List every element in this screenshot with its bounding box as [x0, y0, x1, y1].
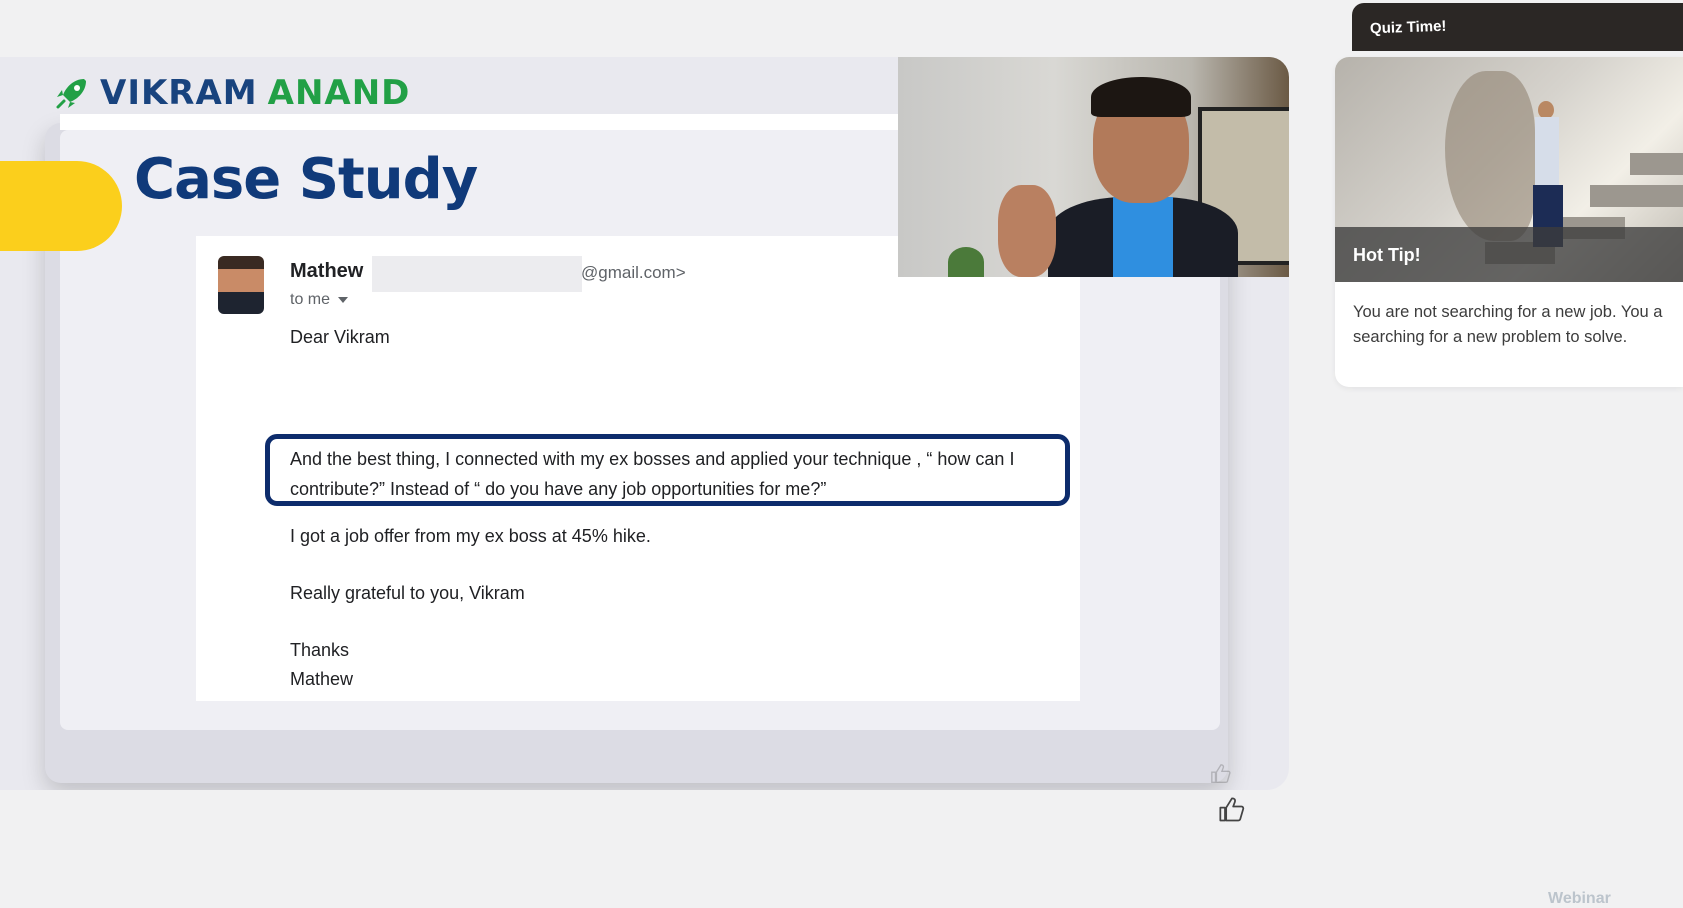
hot-tip-title: Hot Tip!: [1353, 245, 1421, 265]
email-line-offer: I got a job offer from my ex boss at 45%…: [290, 526, 651, 546]
presenter-hair: [1091, 77, 1191, 117]
rocket-icon: [56, 79, 86, 109]
thumbs-up-icon[interactable]: [1218, 796, 1246, 824]
highlight-box: And the best thing, I connected with my …: [265, 434, 1070, 506]
brand-first-name: VIKRAM: [100, 73, 258, 113]
hot-tip-text: You are not searching for a new job. You…: [1353, 303, 1663, 346]
email-signature: Mathew: [290, 669, 354, 689]
caret-down-icon: [338, 297, 349, 303]
recipient-label: to me: [290, 291, 331, 308]
recipient-line: to me: [290, 291, 349, 309]
slide-title: Case Study: [134, 147, 478, 212]
watermark: Webinar: [1548, 890, 1611, 907]
quiz-time-tab[interactable]: Quiz Time!: [1352, 3, 1683, 51]
brand-logo: VIKRAM ANAND: [54, 73, 410, 113]
superhero-shadow: [1445, 71, 1535, 241]
hot-tip-banner: Hot Tip!: [1335, 227, 1683, 282]
hot-tip-image: Hot Tip!: [1335, 57, 1683, 282]
sender-domain: @gmail.com>: [581, 263, 686, 282]
presenter-webcam: [898, 57, 1289, 277]
hot-tip-card: Hot Tip! You are not searching for a new…: [1335, 57, 1683, 387]
email-greeting: Dear Vikram: [290, 327, 390, 347]
email-signoff: Thanks: [290, 640, 350, 660]
stair-step: [1630, 153, 1683, 175]
decorative-yellow-shape: [0, 161, 122, 251]
stair-step: [1590, 185, 1683, 207]
email-line-grateful: Really grateful to you, Vikram: [290, 583, 525, 603]
brand-last-name: ANAND: [267, 73, 411, 113]
sender-name: Mathew: [290, 260, 364, 282]
email-screenshot: Mathew @gmail.com> to me Dear Vikram And…: [196, 236, 1080, 701]
businessman-shirt: [1535, 117, 1559, 187]
background-plant: [948, 247, 984, 277]
quiz-time-label: Quiz Time!: [1369, 17, 1447, 38]
redacted-address: [372, 256, 582, 292]
presenter-shirt: [1113, 197, 1173, 277]
slide-header-strip: [60, 114, 900, 130]
presenter-hand: [998, 185, 1056, 277]
sender-avatar: [218, 256, 264, 314]
thumbs-up-icon: [1211, 764, 1231, 783]
highlight-text: And the best thing, I connected with my …: [290, 449, 1015, 499]
